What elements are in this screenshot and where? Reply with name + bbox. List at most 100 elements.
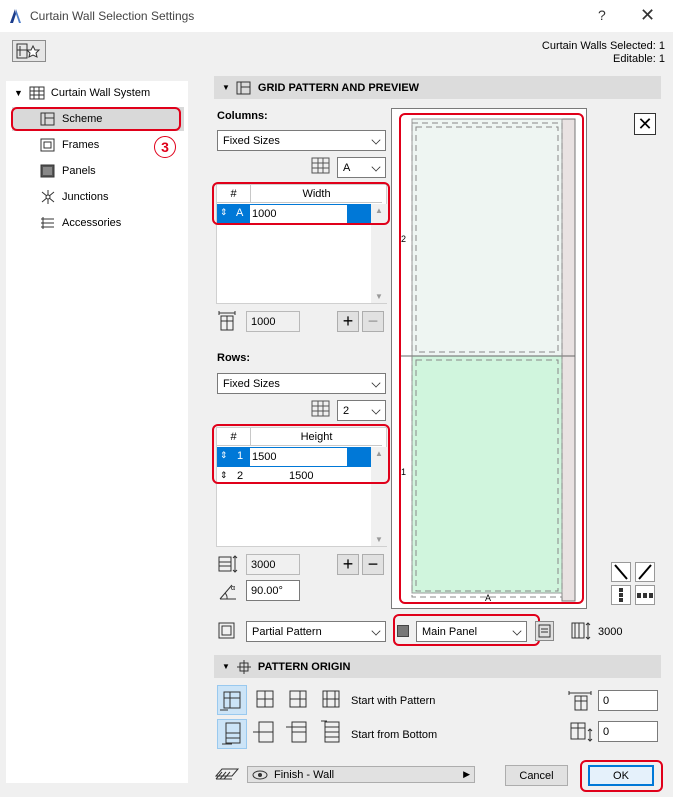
row-selector-value: 2: [343, 404, 350, 417]
tree-item-accessories[interactable]: Accessories: [40, 211, 121, 235]
tree-item-label: Junctions: [62, 191, 109, 203]
vertical-offset-field[interactable]: 0: [598, 721, 658, 742]
add-column-button[interactable]: +: [337, 311, 359, 332]
chevron-right-icon: ▶: [463, 769, 470, 779]
angle-icon: α: [219, 584, 236, 600]
origin-center-button[interactable]: [251, 685, 281, 715]
column-selector-value: A: [343, 161, 351, 174]
collapse-icon[interactable]: ▼: [222, 83, 230, 92]
origin-fill-icon: [321, 720, 340, 743]
origin-right-icon: [289, 690, 307, 708]
row-selector[interactable]: 2: [337, 400, 386, 421]
cancel-button[interactable]: Cancel: [505, 765, 568, 786]
pattern-mode-select[interactable]: Partial Pattern: [246, 621, 386, 642]
start-with-pattern-label: Start with Pattern: [351, 695, 436, 707]
horizontal-offset-icon: [568, 691, 592, 711]
help-button[interactable]: ?: [598, 7, 606, 23]
panels-icon: [40, 164, 55, 178]
grid-pattern-header[interactable]: ▼ GRID PATTERN AND PREVIEW: [214, 76, 661, 99]
annotation-highlight-rows: [212, 424, 390, 484]
frame-reverse-diagonal-icon[interactable]: [635, 562, 655, 582]
origin-top-icon: [286, 721, 307, 743]
archicad-logo-icon: [10, 9, 21, 23]
column-grid-icon: [311, 157, 330, 174]
origin-center-icon: [256, 690, 274, 708]
close-button[interactable]: ✕: [640, 5, 655, 26]
tree-root-label: Curtain Wall System: [50, 87, 151, 99]
wall-height-icon: [571, 622, 591, 640]
total-width-icon: [218, 311, 236, 331]
settings-tree: ▼ Curtain Wall System Scheme Frames Pane…: [6, 81, 188, 783]
rows-label: Rows:: [217, 352, 250, 364]
grid-pattern-title: GRID PATTERN AND PREVIEW: [257, 81, 420, 94]
annotation-highlight-scheme: [11, 107, 181, 131]
origin-full-icon: [322, 690, 340, 708]
pattern-origin-title: PATTERN ORIGIN: [257, 660, 351, 673]
columns-mode-select[interactable]: Fixed Sizes: [217, 130, 386, 151]
title-bar: Curtain Wall Selection Settings ? ✕: [0, 0, 673, 32]
horizontal-offset-field[interactable]: 0: [598, 690, 658, 711]
angle-field[interactable]: 90.00°: [246, 580, 300, 601]
remove-row-button[interactable]: −: [362, 554, 384, 575]
frames-icon: [40, 138, 55, 152]
origin-bottom-button[interactable]: [217, 719, 247, 749]
column-selector[interactable]: A: [337, 157, 386, 178]
favorites-button[interactable]: [12, 40, 46, 62]
total-height-field: 3000: [246, 554, 300, 575]
collapse-icon[interactable]: ▼: [222, 662, 230, 671]
origin-full-button[interactable]: [317, 685, 347, 715]
favorites-icon: [16, 43, 41, 59]
origin-left-icon: [220, 691, 241, 711]
annotation-step-number: 3: [154, 136, 176, 158]
eye-icon: [252, 770, 268, 779]
remove-column-button[interactable]: −: [362, 311, 384, 332]
chevron-down-icon[interactable]: ▼: [14, 88, 23, 98]
svg-text:α: α: [231, 585, 235, 592]
tree-item-frames[interactable]: Frames: [40, 133, 99, 157]
panel-settings-button[interactable]: [535, 621, 554, 641]
pattern-mode-icon: [218, 622, 235, 639]
origin-bottom-icon: [222, 722, 241, 745]
origin-middle-button[interactable]: [251, 719, 281, 749]
tree-item-label: Accessories: [62, 217, 122, 229]
origin-fill-button[interactable]: [317, 719, 347, 749]
rows-mode-select[interactable]: Fixed Sizes: [217, 373, 386, 394]
origin-icon: [236, 659, 251, 674]
selection-info: Curtain Walls Selected: 1 Editable: 1: [542, 40, 665, 66]
accessories-icon: [41, 217, 54, 229]
origin-right-button[interactable]: [284, 685, 314, 715]
origin-middle-icon: [253, 721, 274, 743]
layer-selector[interactable]: Finish - Wall ▶: [247, 766, 475, 783]
horizontal-split-icon[interactable]: [635, 585, 655, 605]
columns-mode-value: Fixed Sizes: [223, 134, 280, 147]
tree-root-curtain-wall-system[interactable]: ▼ Curtain Wall System: [14, 81, 150, 105]
frame-diagonal-icon[interactable]: [611, 562, 631, 582]
pattern-origin-header[interactable]: ▼ PATTERN ORIGIN: [214, 655, 661, 678]
layer-name: Finish - Wall: [274, 768, 335, 781]
panel-settings-icon: [538, 624, 551, 638]
editable-count: Editable: 1: [613, 53, 665, 65]
tree-item-label: Panels: [62, 165, 96, 177]
vertical-split-icon[interactable]: [611, 585, 631, 605]
annotation-highlight-ok: [580, 760, 663, 792]
selected-count: Curtain Walls Selected: 1: [541, 40, 665, 52]
window-title: Curtain Wall Selection Settings: [30, 9, 195, 23]
origin-top-button[interactable]: [284, 719, 314, 749]
add-row-button[interactable]: +: [337, 554, 359, 575]
tree-item-junctions[interactable]: Junctions: [40, 185, 108, 209]
row-grid-icon: [311, 400, 330, 417]
vertical-offset-icon: [570, 722, 593, 742]
origin-start-pattern-left-button[interactable]: [217, 685, 247, 715]
wall-height-value: 3000: [598, 626, 623, 638]
columns-label: Columns:: [217, 110, 268, 122]
rows-mode-value: Fixed Sizes: [223, 377, 280, 390]
layer-icon: [214, 768, 240, 780]
pattern-mode-value: Partial Pattern: [252, 625, 322, 638]
close-preview-icon[interactable]: ✕: [634, 113, 656, 135]
tree-item-label: Frames: [62, 139, 100, 151]
curtain-wall-icon: [29, 86, 45, 100]
annotation-highlight-columns: [212, 182, 390, 225]
annotation-highlight-preview: [399, 113, 584, 604]
start-from-bottom-label: Start from Bottom: [351, 729, 438, 741]
tree-item-panels[interactable]: Panels: [40, 159, 96, 183]
